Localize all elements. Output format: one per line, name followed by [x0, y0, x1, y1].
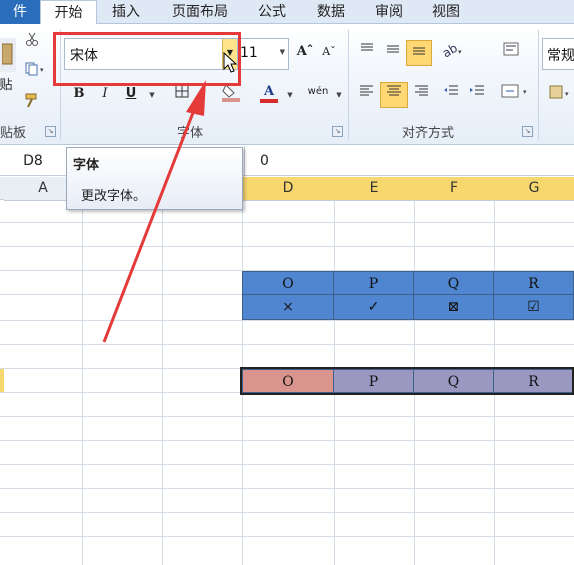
annotation-arrow	[102, 80, 206, 343]
